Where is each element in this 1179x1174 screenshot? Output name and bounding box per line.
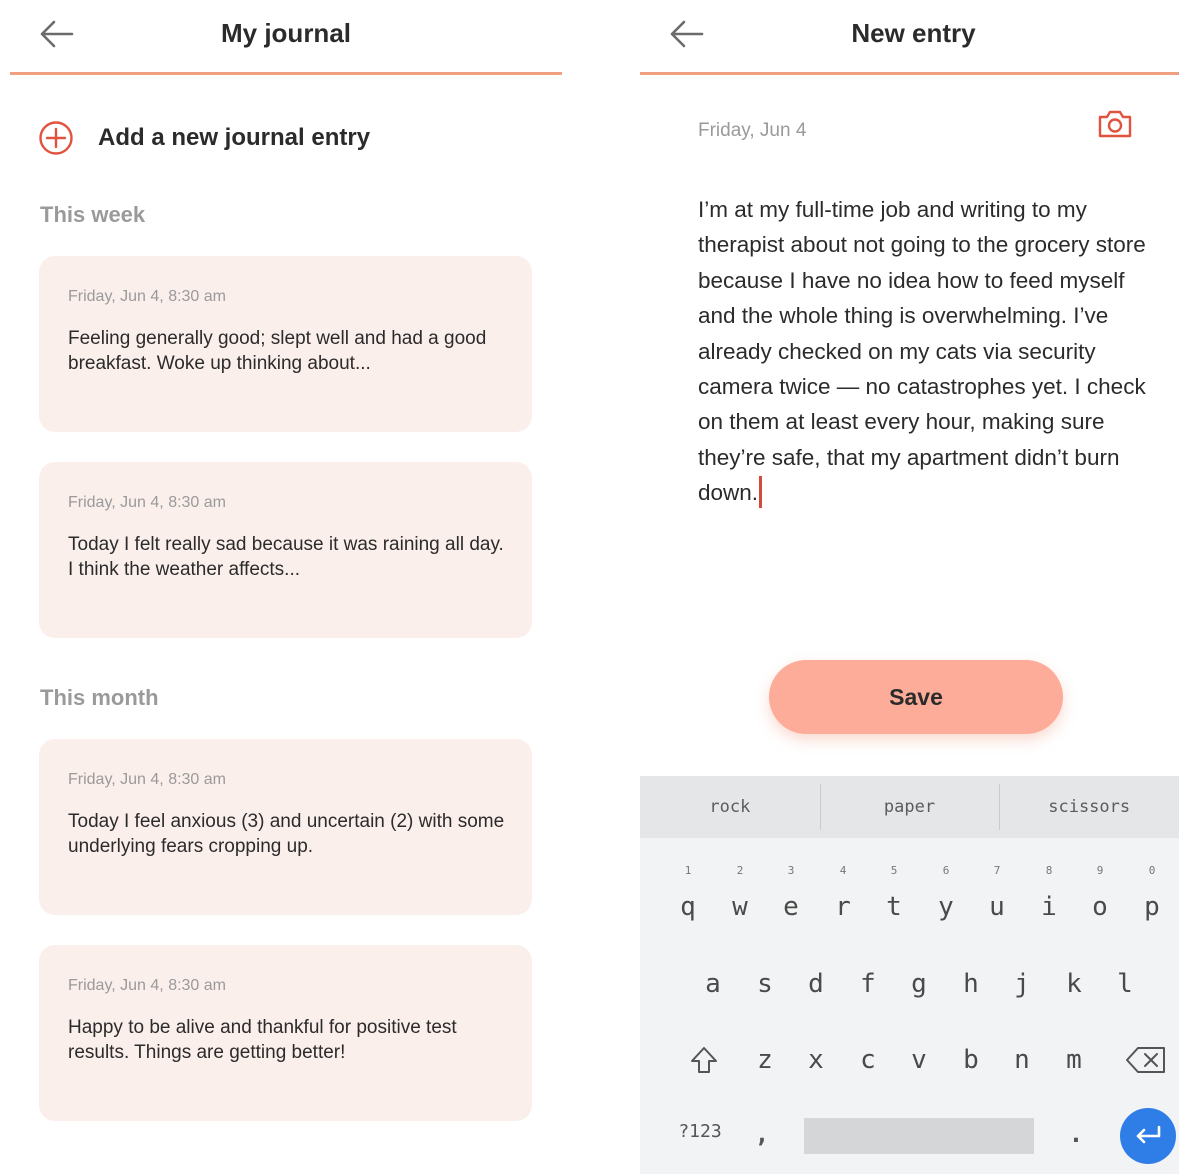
- key-d[interactable]: d: [790, 964, 842, 1004]
- key-c[interactable]: c: [842, 1040, 894, 1080]
- key-w[interactable]: 2w: [714, 864, 766, 922]
- text-caret: [759, 476, 763, 509]
- entry-preview: Feeling generally good; slept well and h…: [68, 328, 487, 374]
- key-l[interactable]: l: [1099, 964, 1151, 1004]
- shift-key[interactable]: [678, 1040, 730, 1080]
- suggestion[interactable]: paper: [819, 776, 1000, 838]
- key-x[interactable]: x: [790, 1040, 842, 1080]
- backspace-icon: [1126, 1047, 1165, 1073]
- symbols-key[interactable]: ?123: [670, 1116, 730, 1148]
- journal-entry-card[interactable]: Friday, Jun 4, 8:30 am Today I felt real…: [39, 462, 532, 638]
- page-title: New entry: [851, 18, 976, 48]
- key-b[interactable]: b: [945, 1040, 997, 1080]
- suggestion[interactable]: scissors: [999, 776, 1179, 838]
- shift-icon: [691, 1047, 717, 1073]
- key-j[interactable]: j: [996, 964, 1048, 1004]
- key-p[interactable]: 0p: [1126, 864, 1178, 922]
- entry-preview: Today I feel anxious (3) and uncertain (…: [68, 811, 505, 857]
- period-key[interactable]: .: [1062, 1118, 1090, 1150]
- suggestion-bar: rock paper scissors: [640, 776, 1179, 838]
- key-n[interactable]: n: [996, 1040, 1048, 1080]
- key-u[interactable]: 7u: [971, 864, 1023, 922]
- key-i[interactable]: 8i: [1023, 864, 1075, 922]
- add-entry-label: Add a new journal entry: [98, 124, 371, 151]
- comma-key[interactable]: ,: [748, 1118, 776, 1150]
- section-heading: This week: [40, 202, 146, 227]
- plus-circle-icon: [39, 121, 73, 155]
- entry-date: Friday, Jun 4, 8:30 am: [68, 288, 226, 305]
- space-key[interactable]: [804, 1118, 1034, 1154]
- key-m[interactable]: m: [1048, 1040, 1100, 1080]
- page-title: My journal: [220, 18, 351, 48]
- key-g[interactable]: g: [893, 964, 945, 1004]
- entry-text-field[interactable]: I’m at my full-time job and writing to m…: [698, 192, 1150, 511]
- journal-header: My journal: [0, 0, 572, 76]
- key-e[interactable]: 3e: [765, 864, 817, 922]
- entry-date: Friday, Jun 4, 8:30 am: [68, 494, 226, 511]
- key-r[interactable]: 4r: [817, 864, 869, 922]
- key-o[interactable]: 9o: [1074, 864, 1126, 922]
- key-s[interactable]: s: [739, 964, 791, 1004]
- key-k[interactable]: k: [1048, 964, 1100, 1004]
- entry-date: Friday, Jun 4, 8:30 am: [68, 771, 226, 788]
- journal-screen: My journal Add a new journal entry This …: [0, 0, 572, 1174]
- key-f[interactable]: f: [842, 964, 894, 1004]
- header-divider: [10, 72, 562, 75]
- camera-icon: [1098, 110, 1132, 138]
- key-z[interactable]: z: [739, 1040, 791, 1080]
- onscreen-keyboard: rock paper scissors 1q 2w 3e 4r 5t 6y 7u…: [640, 776, 1179, 1174]
- journal-entry-card[interactable]: Friday, Jun 4, 8:30 am Happy to be alive…: [39, 945, 532, 1121]
- entry-text: I’m at my full-time job and writing to m…: [698, 197, 1146, 506]
- header-divider: [640, 72, 1179, 75]
- entry-date: Friday, Jun 4, 8:30 am: [68, 977, 226, 994]
- new-entry-header: New entry: [638, 0, 1179, 76]
- journal-entry-card[interactable]: Friday, Jun 4, 8:30 am Today I feel anxi…: [39, 739, 532, 915]
- enter-key[interactable]: [1120, 1108, 1176, 1164]
- key-h[interactable]: h: [945, 964, 997, 1004]
- key-y[interactable]: 6y: [920, 864, 972, 922]
- camera-button[interactable]: [1096, 108, 1134, 140]
- key-a[interactable]: a: [687, 964, 739, 1004]
- key-v[interactable]: v: [893, 1040, 945, 1080]
- backspace-key[interactable]: [1120, 1040, 1172, 1080]
- new-entry-screen: New entry Friday, Jun 4 I’m at my full-t…: [638, 0, 1179, 1174]
- journal-entry-card[interactable]: Friday, Jun 4, 8:30 am Feeling generally…: [39, 256, 532, 432]
- entry-date: Friday, Jun 4: [698, 120, 807, 141]
- section-heading: This month: [40, 685, 159, 710]
- suggestion[interactable]: rock: [640, 776, 820, 838]
- entry-preview: Happy to be alive and thankful for posit…: [68, 1017, 457, 1063]
- enter-icon: [1136, 1125, 1161, 1144]
- key-t[interactable]: 5t: [868, 864, 920, 922]
- entry-preview: Today I felt really sad because it was r…: [68, 534, 504, 580]
- key-q[interactable]: 1q: [662, 864, 714, 922]
- save-button[interactable]: Save: [769, 660, 1063, 734]
- add-entry-button[interactable]: Add a new journal entry: [38, 118, 370, 158]
